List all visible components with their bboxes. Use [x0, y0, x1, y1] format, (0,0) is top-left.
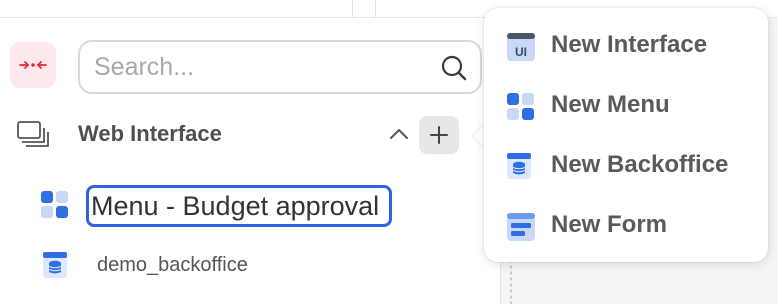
plus-icon	[430, 126, 448, 144]
menu-item-new-interface[interactable]: UI New Interface	[484, 18, 768, 74]
menu-item-new-backoffice[interactable]: New Backoffice	[484, 138, 768, 194]
menu-item-new-menu[interactable]: New Menu	[484, 78, 768, 134]
grid-dots	[509, 258, 513, 304]
search-icon[interactable]	[440, 54, 468, 82]
collapse-arrows-icon	[19, 61, 47, 69]
form-icon	[507, 213, 535, 241]
menu-grid-icon	[507, 93, 534, 120]
menu-item-label: New Form	[551, 211, 668, 238]
ui-interface-icon: UI	[507, 33, 535, 61]
svg-text:UI: UI	[515, 45, 527, 59]
menu-item-new-form[interactable]: New Form	[484, 198, 768, 254]
tree-item-label[interactable]: demo_backoffice	[97, 254, 248, 277]
new-item-popup: UI New Interface New Menu New Backoffice	[484, 8, 768, 262]
rename-field[interactable]	[86, 185, 392, 227]
search-box[interactable]	[78, 40, 482, 94]
chevron-up-icon[interactable]	[388, 126, 410, 142]
backoffice-icon	[507, 153, 531, 179]
collapse-sidebar-button[interactable]	[10, 42, 56, 88]
interface-group-icon	[17, 121, 49, 147]
menu-item-label: New Interface	[551, 31, 708, 58]
backoffice-icon	[43, 252, 67, 278]
menu-item-label: New Menu	[551, 91, 670, 118]
toolbar-divider	[375, 0, 376, 18]
menu-item-label: New Backoffice	[551, 151, 729, 178]
toolbar-divider	[352, 0, 353, 18]
group-title[interactable]: Web Interface	[78, 121, 222, 147]
rename-input[interactable]	[91, 190, 389, 222]
add-button[interactable]	[419, 116, 459, 154]
search-input[interactable]	[94, 52, 424, 82]
menu-grid-icon	[41, 191, 68, 218]
